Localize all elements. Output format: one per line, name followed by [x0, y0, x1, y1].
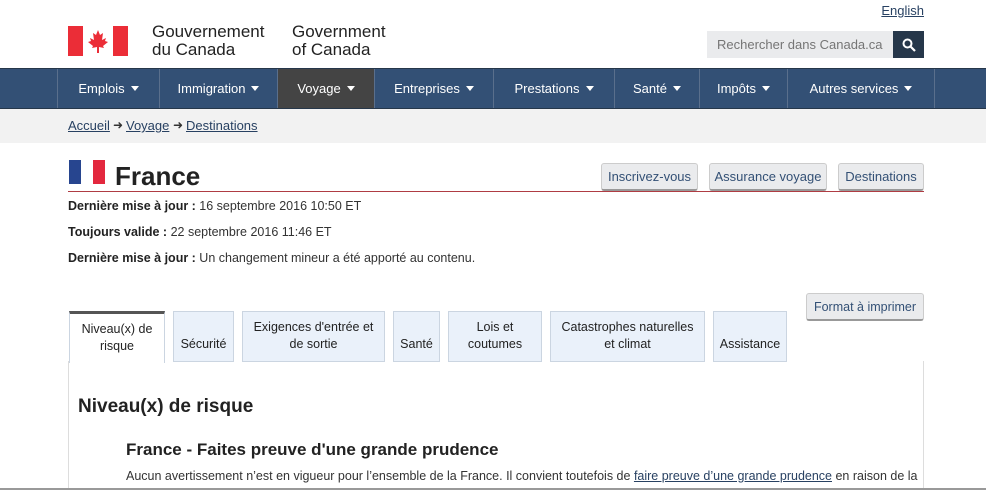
search-input[interactable]	[707, 31, 893, 58]
tab-label: coutumes	[467, 337, 523, 351]
menu-label: Entreprises	[394, 81, 460, 96]
menu-item-voyage[interactable]: Voyage	[278, 69, 375, 108]
tab-security[interactable]: Sécurité	[173, 311, 234, 362]
chevron-down-icon	[672, 86, 681, 91]
government-wordmark-en[interactable]: Government of Canada	[292, 23, 386, 59]
tab-risk-levels[interactable]: Niveau(x) de risque	[69, 311, 165, 363]
travel-insurance-button[interactable]: Assurance voyage	[709, 163, 827, 191]
tab-label: et climat	[604, 337, 651, 351]
gov-en-line1: Government	[292, 22, 386, 41]
chevron-down-icon	[130, 86, 139, 91]
panel-heading: Niveau(x) de risque	[78, 396, 254, 417]
tab-label: Sécurité	[180, 337, 227, 351]
gov-en-line2: of Canada	[292, 40, 371, 59]
page-title: France	[115, 161, 201, 191]
risk-subheading: France - Faites preuve d'une grande prud…	[126, 440, 499, 459]
risk-description: Aucun avertissement n’est en vigueur pou…	[126, 469, 917, 483]
breadcrumb: Accueil ➜ Voyage ➜ Destinations	[0, 109, 986, 143]
tab-label: risque	[99, 339, 135, 353]
tab-laws-customs[interactable]: Lois et coutumes	[448, 311, 542, 362]
breadcrumb-destinations[interactable]: Destinations	[186, 118, 258, 133]
tab-label: Exigences d'entrée et	[253, 320, 374, 334]
tab-natural-disasters[interactable]: Catastrophes naturelles et climat	[550, 311, 705, 362]
search-icon	[902, 38, 916, 52]
last-updated: Dernière mise à jour : 16 septembre 2016…	[68, 199, 361, 213]
government-wordmark-fr[interactable]: Gouvernement du Canada	[152, 23, 264, 59]
chevron-down-icon	[251, 86, 260, 91]
tab-label: Catastrophes naturelles	[561, 320, 694, 334]
tab-label: Santé	[400, 337, 433, 351]
menu-item-entreprises[interactable]: Entreprises	[375, 69, 494, 108]
meta-label: Dernière mise à jour :	[68, 251, 196, 265]
menu-label: Emplois	[78, 81, 125, 96]
tab-label: Assistance	[719, 337, 781, 351]
menu-label: Santé	[633, 81, 667, 96]
language-toggle-link[interactable]: English	[881, 3, 924, 18]
menu-item-sante[interactable]: Santé	[615, 69, 700, 108]
chevron-down-icon	[762, 86, 770, 91]
meta-value: 16 septembre 2016 10:50 ET	[195, 199, 362, 213]
menu-item-prestations[interactable]: Prestations	[494, 69, 615, 108]
menu-label: Autres services	[809, 81, 899, 96]
gov-fr-line2: du Canada	[152, 40, 236, 59]
menu-label: Prestations	[514, 81, 580, 96]
meta-value: 22 septembre 2016 11:46 ET	[167, 225, 332, 239]
arrow-right-icon: ➜	[113, 118, 124, 132]
breadcrumb-accueil[interactable]: Accueil	[68, 118, 110, 133]
high-caution-link[interactable]: faire preuve d’une grande prudence	[634, 469, 832, 483]
tab-label: Lois et	[476, 320, 514, 334]
meta-label: Dernière mise à jour :	[68, 199, 196, 213]
print-format-button[interactable]: Format à imprimer	[806, 293, 924, 321]
risk-text: en raison de la	[832, 469, 918, 483]
destinations-button[interactable]: Destinations	[838, 163, 924, 191]
main-menu: Emplois Immigration Voyage Entreprises P…	[0, 68, 986, 109]
menu-item-immigration[interactable]: Immigration	[160, 69, 278, 108]
chevron-down-icon	[585, 86, 594, 91]
still-valid: Toujours valide : 22 septembre 2016 11:4…	[68, 225, 332, 239]
chevron-down-icon	[904, 86, 913, 91]
title-divider	[68, 191, 924, 192]
latest-update: Dernière mise à jour : Un changement min…	[68, 251, 475, 265]
tab-health[interactable]: Santé	[393, 311, 440, 362]
gov-fr-line1: Gouvernement	[152, 22, 265, 41]
risk-text: Aucun avertissement n’est en vigueur pou…	[126, 469, 634, 483]
menu-item-impots[interactable]: Impôts	[700, 69, 788, 108]
search-button[interactable]	[893, 31, 924, 58]
arrow-right-icon: ➜	[173, 118, 184, 132]
menu-item-emplois[interactable]: Emplois	[57, 69, 160, 108]
chevron-down-icon	[465, 86, 474, 91]
tab-assistance[interactable]: Assistance	[713, 311, 787, 362]
meta-label: Toujours valide :	[68, 225, 168, 239]
menu-label: Voyage	[297, 81, 341, 96]
menu-label: Impôts	[716, 81, 756, 96]
chevron-down-icon	[346, 86, 355, 91]
page: English Gouvernement du Canada Governmen…	[0, 0, 986, 490]
tab-label: de sortie	[289, 337, 338, 351]
register-button[interactable]: Inscrivez-vous	[601, 163, 698, 191]
breadcrumb-voyage[interactable]: Voyage	[126, 118, 169, 133]
tab-entry-exit[interactable]: Exigences d'entrée et de sortie	[242, 311, 385, 362]
menu-item-autres-services[interactable]: Autres services	[788, 69, 935, 108]
menu-label: Immigration	[177, 81, 246, 96]
canada-flag-icon[interactable]	[68, 26, 128, 56]
tab-label: Niveau(x) de	[81, 322, 153, 336]
meta-value: Un changement mineur a été apporté au co…	[195, 251, 476, 265]
france-flag-icon	[69, 160, 105, 184]
